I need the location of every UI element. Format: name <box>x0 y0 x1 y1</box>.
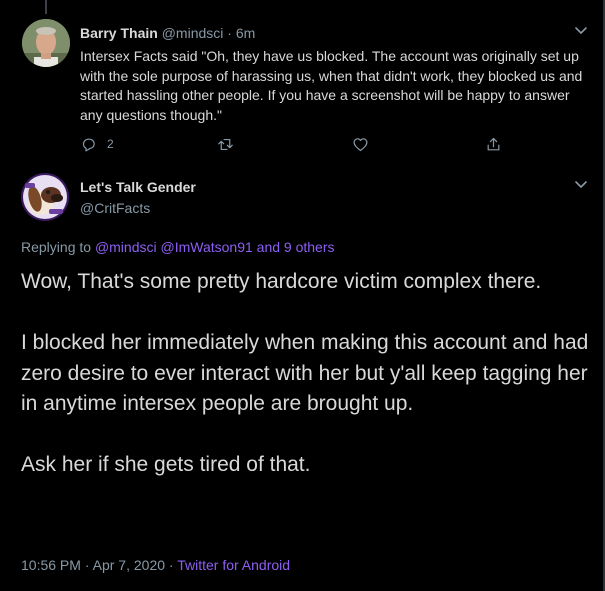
tweet-paragraph: I blocked her immediately when making th… <box>21 331 589 415</box>
reply-icon <box>82 138 95 151</box>
tweet-text: Intersex Facts said "Oh, they have us bl… <box>80 48 583 123</box>
reply-tweet[interactable]: Barry Thain @mindsci · 6m Intersex Facts… <box>0 0 603 164</box>
tweet-metadata: 10:56 PM · Apr 7, 2020 · Twitter for And… <box>21 556 290 574</box>
and-label: and <box>256 239 281 255</box>
like-button[interactable] <box>352 135 369 153</box>
reply-count: 2 <box>107 137 114 151</box>
avatar[interactable] <box>22 19 70 67</box>
replying-to: Replying to @mindsci @ImWatson91 and 9 o… <box>21 238 335 256</box>
avatar-photo <box>22 19 70 67</box>
retweet-icon <box>218 138 233 150</box>
share-icon <box>487 137 500 150</box>
tweet-date[interactable]: Apr 7, 2020 <box>93 557 165 573</box>
mention-link[interactable]: @mindsci <box>95 239 157 255</box>
meta-separator: · <box>168 557 174 573</box>
chevron-down-icon[interactable] <box>574 180 588 190</box>
header-separator: · <box>227 25 232 41</box>
author-name[interactable]: Let's Talk Gender <box>80 178 196 196</box>
avatar-cartoon-dog <box>21 173 69 221</box>
retweet-button[interactable] <box>217 135 234 153</box>
author-name[interactable]: Barry Thain <box>80 25 158 41</box>
tweet-paragraph: Ask her if she gets tired of that. <box>21 453 311 476</box>
meta-separator: · <box>84 557 90 573</box>
tweet-source-link[interactable]: Twitter for Android <box>177 557 290 573</box>
thread-connector-line <box>45 0 47 14</box>
tweet-time[interactable]: 10:56 PM <box>21 557 81 573</box>
tweet-text: Wow, That's some pretty hardcore victim … <box>21 267 596 481</box>
mention-link[interactable]: @ImWatson91 <box>161 239 253 255</box>
like-heart-icon <box>353 137 368 151</box>
tweet-paragraph: Wow, That's some pretty hardcore victim … <box>21 270 542 293</box>
others-link[interactable]: 9 others <box>284 239 335 255</box>
chevron-down-icon[interactable] <box>574 26 588 36</box>
reply-button[interactable]: 2 <box>80 135 114 153</box>
share-button[interactable] <box>485 135 502 153</box>
tweet-time[interactable]: 6m <box>236 25 255 41</box>
tweet-header: Barry Thain @mindsci · 6m <box>80 24 255 42</box>
author-handle[interactable]: @CritFacts <box>80 199 150 217</box>
author-handle[interactable]: @mindsci <box>162 25 224 41</box>
replying-to-label: Replying to <box>21 239 92 255</box>
avatar[interactable] <box>21 173 69 221</box>
